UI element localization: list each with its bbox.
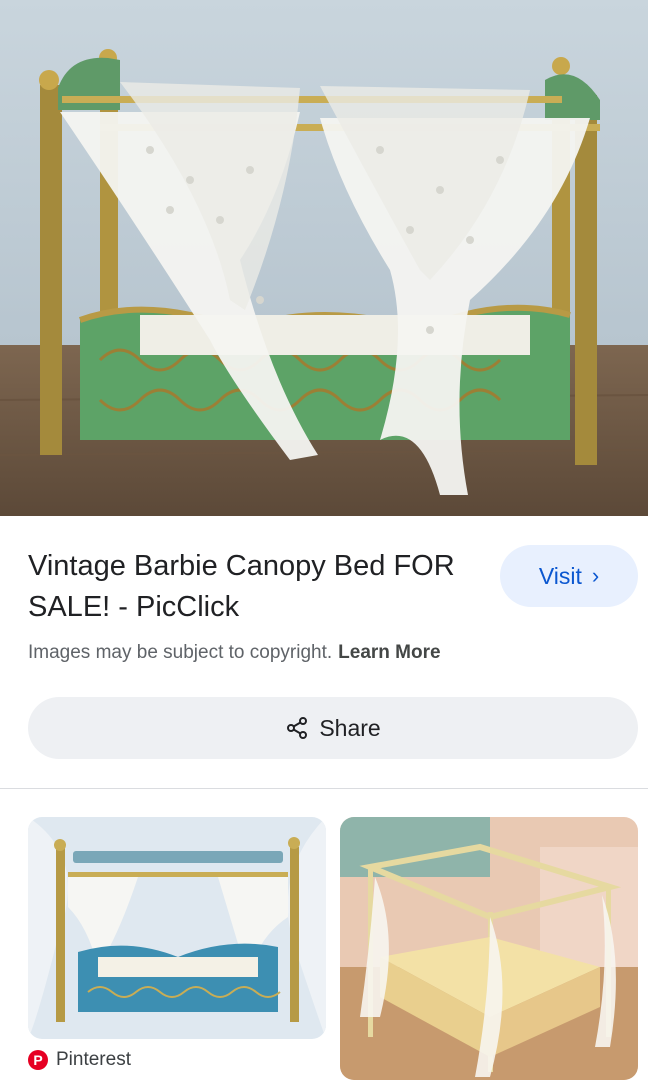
related-image-1[interactable] <box>28 817 326 1039</box>
yellow-canopy-bed-photo <box>340 817 638 1080</box>
visit-label: Visit <box>538 562 582 589</box>
learn-more-link[interactable]: Learn More <box>338 642 440 663</box>
chevron-right-icon: › <box>591 563 600 588</box>
visit-button[interactable]: Visit › <box>500 545 638 607</box>
copyright-text: Images may be subject to copyright. <box>28 642 333 663</box>
divider <box>0 788 648 789</box>
related-source-1[interactable]: P Pinterest <box>28 1049 131 1071</box>
main-result-image[interactable] <box>0 0 648 516</box>
related-image-2[interactable] <box>340 817 638 1080</box>
copyright-notice: Images may be subject to copyright. Learn… <box>28 642 441 664</box>
blue-canopy-bed-photo <box>28 817 326 1039</box>
share-icon <box>287 717 308 739</box>
share-label: Share <box>319 714 381 741</box>
result-title[interactable]: Vintage Barbie Canopy Bed FOR SALE! - Pi… <box>28 546 468 628</box>
pinterest-icon: P <box>28 1050 48 1070</box>
source-label: Pinterest <box>56 1049 131 1070</box>
share-button[interactable]: Share <box>28 697 638 759</box>
canopy-bed-photo <box>0 0 648 516</box>
